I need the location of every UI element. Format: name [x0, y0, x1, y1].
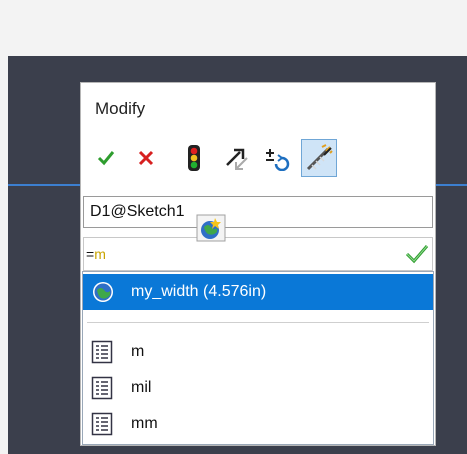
dropdown-item-label: mm	[131, 415, 158, 432]
mark-dimension-button[interactable]	[301, 139, 337, 177]
cancel-button[interactable]	[131, 143, 161, 173]
typed-value: m	[94, 246, 106, 262]
suggestion-dropdown: my_width (4.576in) m mil mm	[82, 271, 434, 445]
dropdown-item-m[interactable]: m	[83, 334, 433, 370]
check-icon	[97, 151, 115, 166]
dropdown-item-my-width[interactable]: my_width (4.576in)	[83, 274, 433, 310]
dimension-name-field[interactable]: D1@Sketch1	[83, 196, 433, 228]
rebuild-button[interactable]	[179, 143, 209, 173]
list-icon	[91, 340, 113, 364]
dropdown-separator	[87, 322, 429, 323]
dropdown-item-mil[interactable]: mil	[83, 370, 433, 406]
mark-dimension-icon	[306, 144, 333, 171]
arrow-reverse-icon	[226, 148, 248, 170]
dropdown-item-mm[interactable]: mm	[83, 406, 433, 442]
traffic-light-icon	[188, 145, 200, 171]
canvas-top-area	[0, 0, 467, 56]
value-text: =m	[86, 246, 106, 262]
modify-toolbar	[87, 137, 427, 181]
equals-sign: =	[86, 246, 95, 262]
global-variable-icon	[196, 214, 226, 242]
spin-increment-icon	[266, 149, 290, 171]
dialog-title: Modify	[95, 99, 146, 118]
reverse-direction-button[interactable]	[221, 143, 251, 173]
dropdown-item-label: my_width (4.576in)	[131, 283, 267, 300]
dropdown-item-label: mil	[131, 379, 152, 396]
spin-increment-button[interactable]	[263, 143, 293, 173]
list-icon	[91, 376, 113, 400]
ok-button[interactable]	[91, 143, 121, 173]
modify-dialog: Modify D1@Sketch1 =m my_width (4.576in) …	[80, 82, 436, 446]
globe-icon	[93, 282, 113, 302]
x-icon	[138, 150, 154, 166]
list-icon	[91, 412, 113, 436]
dropdown-item-label: m	[131, 343, 145, 360]
accept-value-icon[interactable]	[404, 242, 430, 266]
value-input[interactable]: =m	[83, 237, 433, 271]
